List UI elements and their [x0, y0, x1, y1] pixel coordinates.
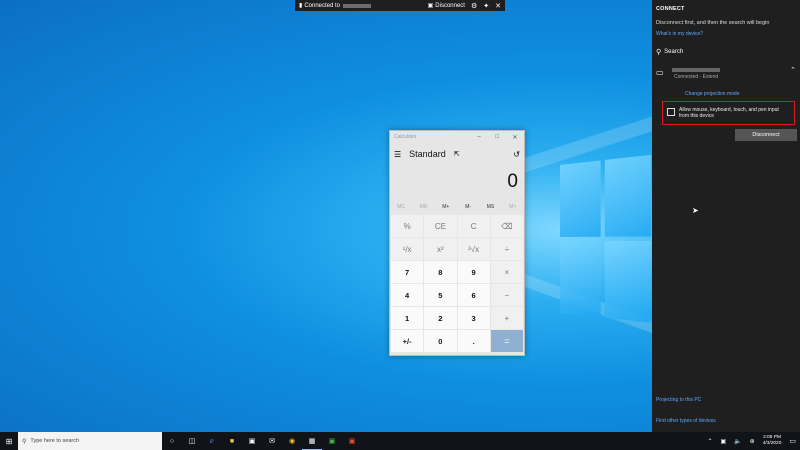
bluetooth-icon[interactable]: ⊛ — [750, 438, 755, 445]
allow-input-label: Allow mouse, keyboard, touch, and pen in… — [679, 107, 779, 119]
digit-8-key[interactable]: 8 — [424, 261, 457, 283]
calculator-taskbar-icon[interactable]: ▦ — [302, 432, 322, 450]
calculator-window: Calculator – □ ✕ ☰ Standard ⇱ ↺ 0 MC MR … — [389, 130, 525, 356]
decimal-key[interactable]: . — [457, 330, 490, 352]
memory-recall-button[interactable]: MR — [412, 204, 434, 210]
digit-6-key[interactable]: 6 — [457, 284, 490, 306]
square-key[interactable]: x² — [424, 238, 457, 260]
memory-list-button[interactable]: M˅ — [502, 204, 524, 210]
keypad: % CE C ⌫ ¹/x x² ²√x ÷ 7 8 9 × 4 5 6 − 1 … — [390, 215, 524, 352]
digit-1-key[interactable]: 1 — [391, 307, 424, 329]
device-status: Connected - Extend — [674, 74, 719, 80]
display-device-icon: ▭ — [656, 68, 664, 77]
close-button[interactable]: ✕ — [506, 134, 524, 141]
chevron-up-icon[interactable]: ⌃ — [707, 438, 712, 445]
search-button[interactable]: ⚲ Search — [656, 48, 683, 56]
recorder-icon[interactable]: ▣ — [342, 432, 362, 450]
history-icon[interactable]: ↺ — [513, 150, 520, 159]
calculator-titlebar: Calculator – □ ✕ — [390, 131, 524, 143]
chevron-up-icon[interactable]: ⌃ — [790, 66, 796, 74]
task-view-icon[interactable]: ◫ — [182, 432, 202, 450]
store-icon[interactable]: ▣ — [242, 432, 262, 450]
digit-3-key[interactable]: 3 — [457, 307, 490, 329]
subtract-key[interactable]: − — [490, 284, 523, 306]
mode-title: Standard — [409, 149, 446, 159]
digit-9-key[interactable]: 9 — [457, 261, 490, 283]
clear-entry-key[interactable]: CE — [424, 215, 457, 237]
calculator-header: ☰ Standard ⇱ ↺ — [390, 143, 524, 165]
network-icon[interactable]: ▣ — [721, 438, 727, 445]
connect-panel: CONNECT Disconnect first, and then the s… — [652, 0, 800, 432]
memory-store-button[interactable]: MS — [479, 204, 501, 210]
mouse-cursor-icon: ➤ — [692, 206, 699, 215]
panel-header: CONNECT — [656, 6, 685, 12]
file-explorer-icon[interactable]: ■ — [222, 432, 242, 450]
window-title: Calculator — [394, 134, 417, 140]
camtasia-icon[interactable]: ▣ — [322, 432, 342, 450]
minimize-button[interactable]: – — [470, 134, 488, 140]
whats-in-device-link[interactable]: What's in my device? — [656, 31, 703, 37]
device-name-redacted — [343, 3, 372, 8]
taskbar-search-box[interactable]: ⚲ Type here to search — [18, 432, 162, 450]
digit-0-key[interactable]: 0 — [424, 330, 457, 352]
digit-2-key[interactable]: 2 — [424, 307, 457, 329]
connection-bar: ▮ Connected to ▣ Disconnect ⚙ ✦ ✕ — [295, 0, 505, 11]
percent-key[interactable]: % — [391, 215, 424, 237]
memory-add-button[interactable]: M+ — [435, 204, 457, 210]
mail-icon[interactable]: ✉ — [262, 432, 282, 450]
cortana-icon[interactable]: ○ — [162, 432, 182, 450]
connected-label: Connected to — [304, 2, 341, 9]
change-projection-mode-link[interactable]: Change projection mode — [685, 91, 739, 97]
memory-subtract-button[interactable]: M- — [457, 204, 479, 210]
pin-icon[interactable]: ✦ — [483, 2, 489, 10]
square-root-key[interactable]: ²√x — [457, 238, 490, 260]
hamburger-menu-icon[interactable]: ☰ — [394, 150, 401, 159]
memory-row: MC MR M+ M- MS M˅ — [390, 199, 524, 215]
chrome-icon[interactable]: ◉ — [282, 432, 302, 450]
disconnect-icon[interactable]: ▣ — [428, 2, 434, 9]
taskbar-clock[interactable]: 2:05 PM 4/3/2020 — [763, 435, 782, 447]
start-button-icon[interactable]: ⊞ — [0, 437, 18, 446]
divide-key[interactable]: ÷ — [490, 238, 523, 260]
maximize-button[interactable]: □ — [488, 134, 506, 140]
multiply-key[interactable]: × — [490, 261, 523, 283]
device-name-redacted — [672, 68, 720, 72]
projecting-to-pc-link[interactable]: Projecting to this PC — [656, 397, 701, 403]
disconnect-button[interactable]: Disconnect — [735, 129, 797, 141]
digit-7-key[interactable]: 7 — [391, 261, 424, 283]
search-icon: ⚲ — [22, 438, 27, 445]
allow-input-checkbox[interactable] — [667, 108, 675, 116]
digit-5-key[interactable]: 5 — [424, 284, 457, 306]
allow-input-option[interactable]: Allow mouse, keyboard, touch, and pen in… — [662, 101, 795, 125]
calculator-display: 0 — [507, 171, 518, 192]
search-placeholder: Type here to search — [30, 438, 80, 444]
digit-4-key[interactable]: 4 — [391, 284, 424, 306]
find-other-devices-link[interactable]: Find other types of devices — [656, 418, 716, 424]
volume-icon[interactable]: 🔈 — [734, 438, 741, 445]
clear-key[interactable]: C — [457, 215, 490, 237]
notification-icon[interactable]: ▭ — [789, 437, 796, 445]
windows-logo-icon — [560, 154, 652, 328]
date: 4/3/2020 — [762, 441, 782, 446]
add-key[interactable]: + — [490, 307, 523, 329]
close-icon[interactable]: ✕ — [495, 2, 501, 10]
taskbar: ⊞ ⚲ Type here to search ○ ◫ ℯ ■ ▣ ✉ ◉ ▦ … — [0, 432, 800, 450]
connected-device-item[interactable]: ▭ Connected - Extend ⌃ — [656, 66, 798, 86]
edge-browser-icon[interactable]: ℯ — [202, 432, 222, 450]
equals-key[interactable]: = — [490, 330, 523, 352]
keep-on-top-icon[interactable]: ⇱ — [454, 150, 460, 158]
panel-message: Disconnect first, and then the search wi… — [656, 20, 770, 26]
gear-icon[interactable]: ⚙ — [471, 2, 477, 10]
reciprocal-key[interactable]: ¹/x — [391, 238, 424, 260]
search-label: Search — [664, 49, 684, 55]
disconnect-link[interactable]: Disconnect — [435, 3, 465, 9]
negate-key[interactable]: +/- — [391, 330, 424, 352]
backspace-key[interactable]: ⌫ — [490, 215, 523, 237]
memory-clear-button[interactable]: MC — [390, 204, 412, 210]
search-icon: ⚲ — [656, 49, 662, 56]
cast-icon: ▮ — [299, 3, 303, 9]
